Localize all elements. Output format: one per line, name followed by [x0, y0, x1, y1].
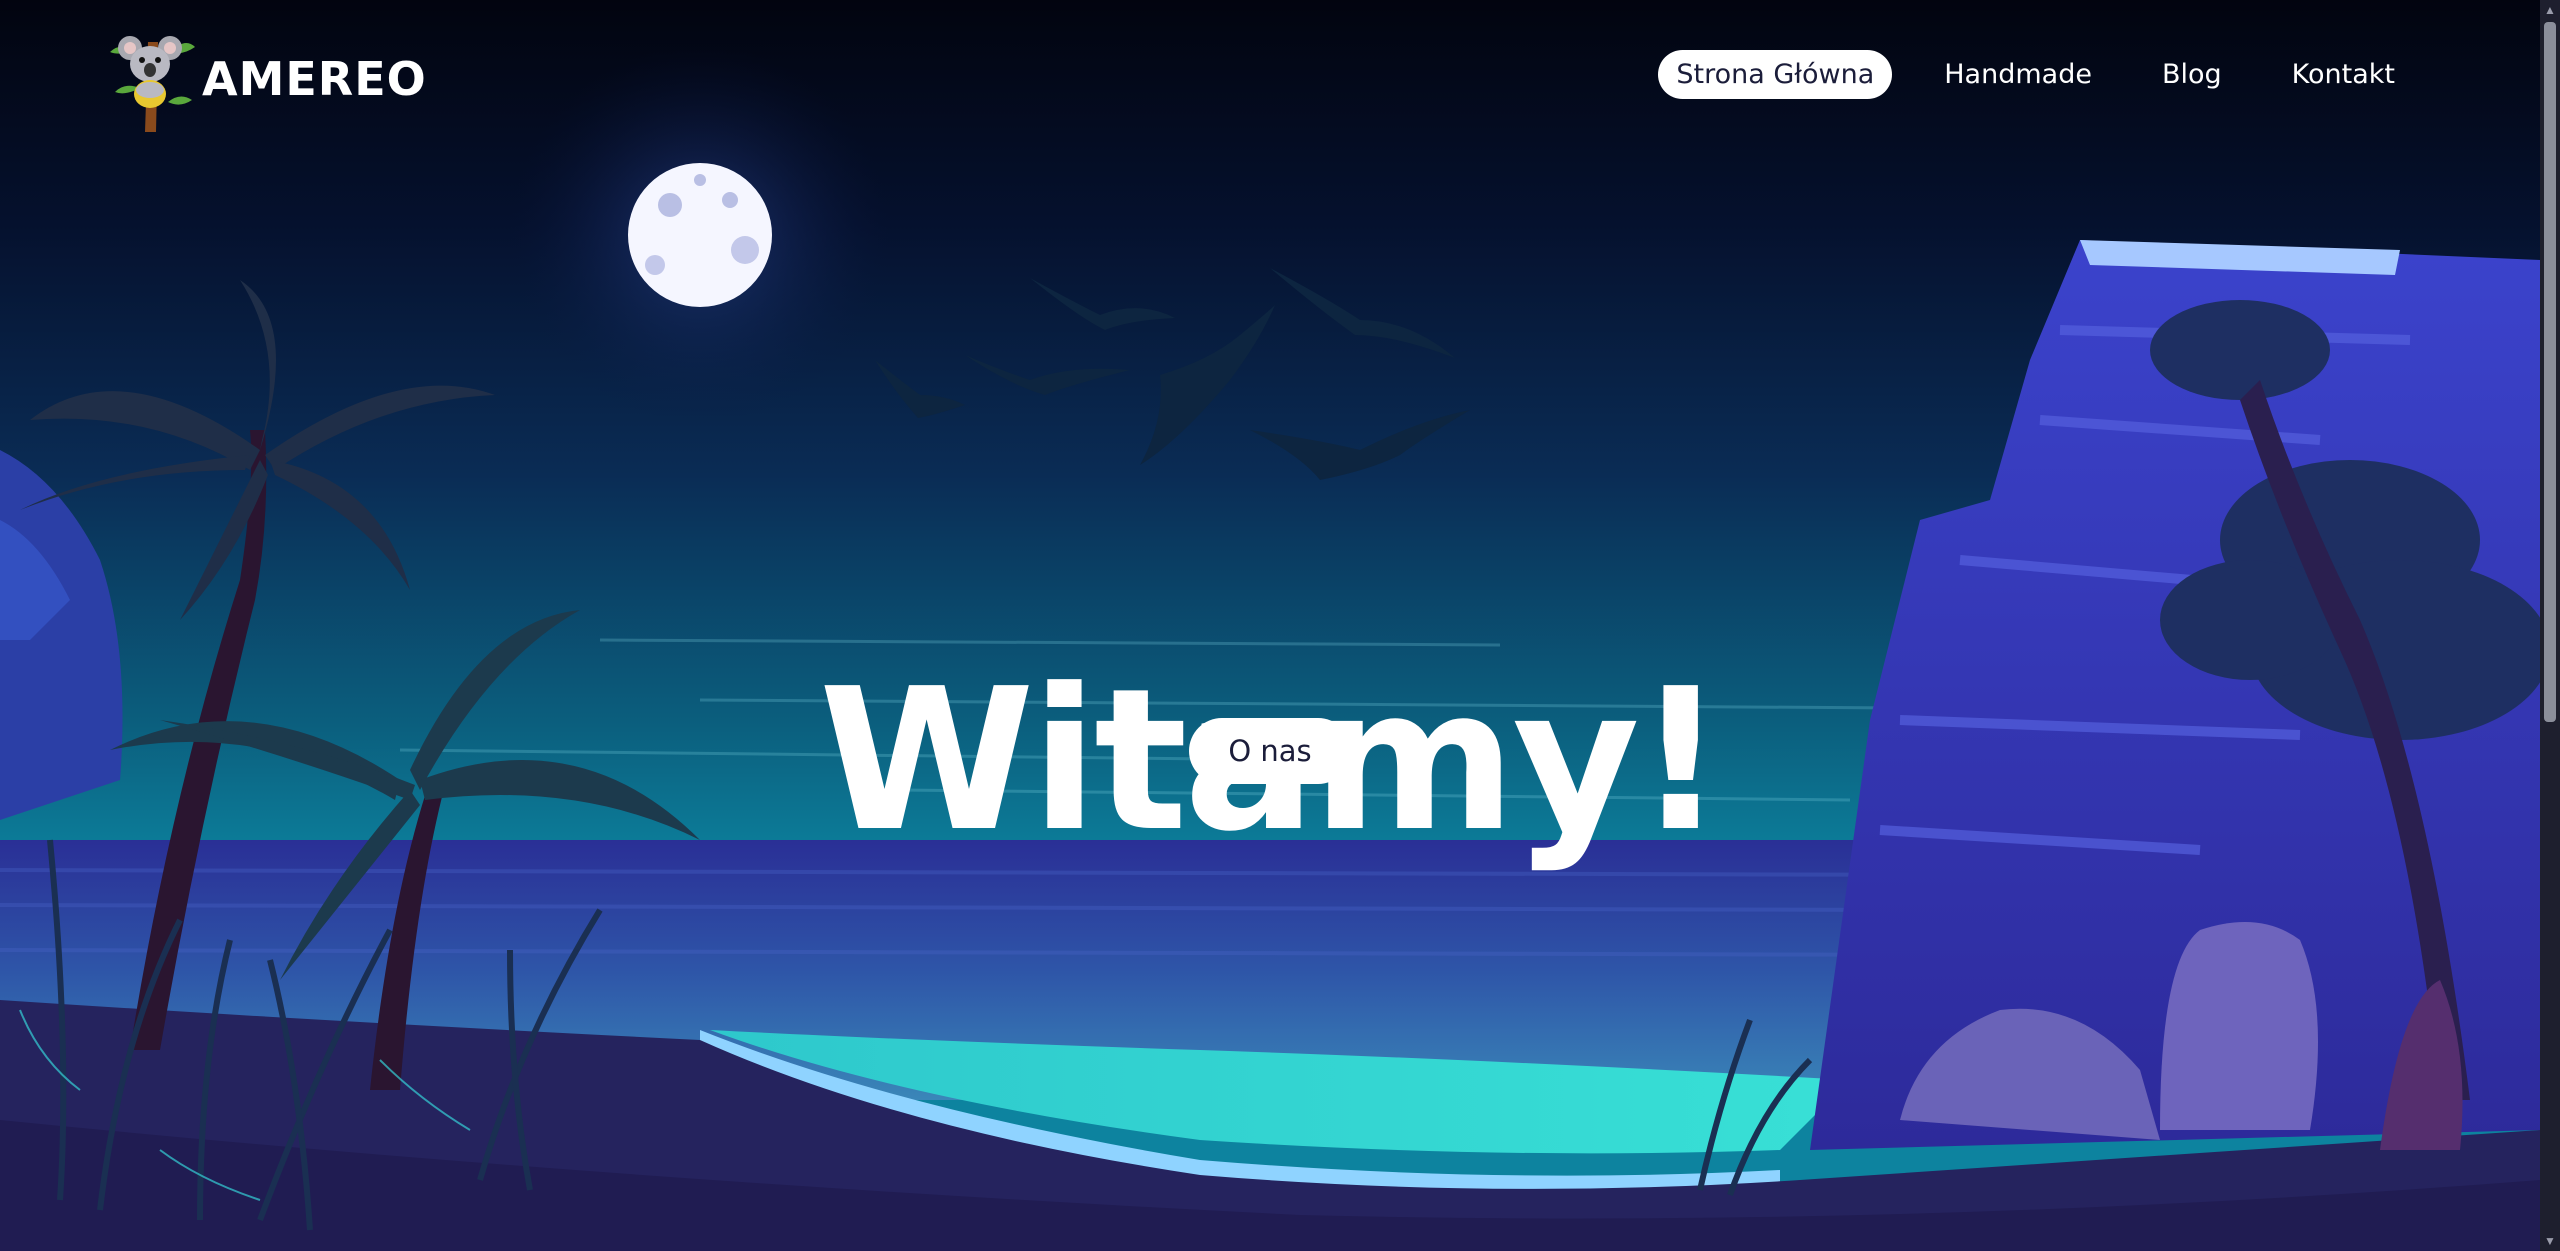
nav-item-handmade[interactable]: Handmade — [1926, 50, 2110, 99]
nav-item-contact[interactable]: Kontakt — [2274, 50, 2413, 99]
nav-item-home[interactable]: Strona Główna — [1658, 50, 1893, 99]
scrollbar-thumb[interactable] — [2544, 22, 2556, 722]
koala-on-branch-icon — [110, 36, 195, 132]
site-header: AMEREO Strona Główna Handmade Blog Konta… — [0, 0, 2540, 150]
nav-item-blog[interactable]: Blog — [2144, 50, 2240, 99]
page-scrollbar[interactable]: ▲ ▼ — [2540, 0, 2560, 1251]
brand-logo[interactable]: AMEREO — [100, 22, 427, 132]
main-nav: Strona Główna Handmade Blog Kontakt — [1658, 50, 2413, 99]
scroll-up-arrow-icon[interactable]: ▲ — [2540, 0, 2560, 20]
scroll-down-arrow-icon[interactable]: ▼ — [2540, 1231, 2560, 1251]
night-beach-background — [0, 0, 2560, 1251]
about-us-button[interactable]: O nas — [1189, 718, 1351, 784]
brand-name: AMEREO — [202, 52, 427, 106]
